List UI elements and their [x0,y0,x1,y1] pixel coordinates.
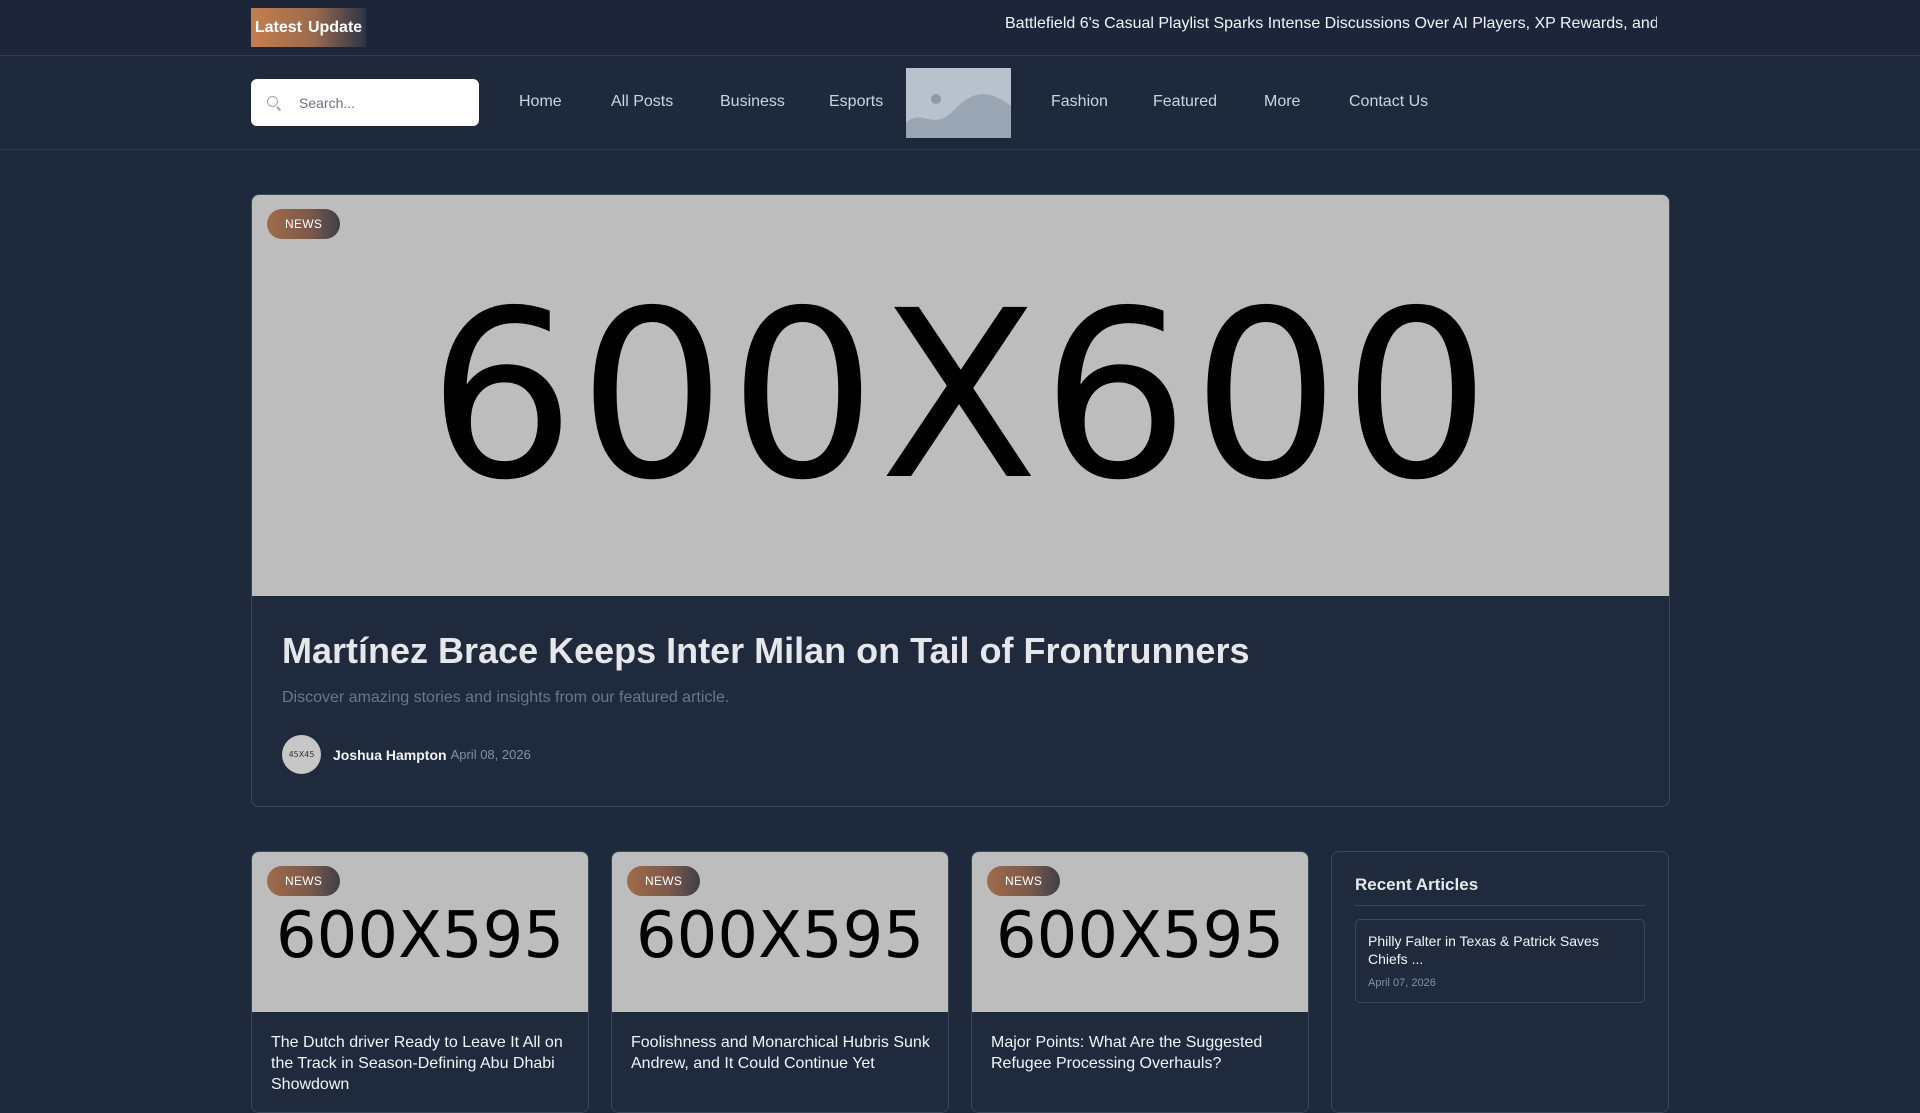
recent-article-date: April 07, 2026 [1368,977,1436,989]
divider [1355,905,1645,906]
article-title[interactable]: Major Points: What Are the Suggested Ref… [991,1032,1291,1074]
featured-article[interactable]: 600X600 NEWS Martínez Brace Keeps Inter … [251,194,1670,807]
article-title[interactable]: Foolishness and Monarchical Hubris Sunk … [631,1032,931,1074]
nav-more[interactable]: More [1264,93,1300,111]
update-word: Update [307,18,363,36]
search-box[interactable] [251,79,479,126]
recent-article-title[interactable]: Philly Falter in Texas & Patrick Saves C… [1368,932,1632,968]
article-card[interactable]: 600X595 NEWS Major Points: What Are the … [971,851,1309,1113]
nav-esports[interactable]: Esports [829,93,883,111]
top-bar: Latest Update Battlefield 6's Casual Pla… [0,0,1920,56]
nav-all-posts[interactable]: All Posts [611,93,673,111]
image-placeholder-text: 600X595 [275,899,565,973]
image-placeholder-text: 600X600 [427,260,1494,531]
category-badge[interactable]: NEWS [267,209,341,239]
featured-title[interactable]: Martínez Brace Keeps Inter Milan on Tail… [282,630,1249,672]
nav-logo-image[interactable] [906,68,1011,138]
publish-date: April 08, 2026 [450,747,531,762]
latest-word: Latest [254,18,302,36]
nav-contact-us[interactable]: Contact Us [1349,93,1428,111]
recent-article-item[interactable]: Philly Falter in Texas & Patrick Saves C… [1355,919,1645,1003]
category-badge[interactable]: NEWS [987,866,1061,896]
latest-update-label: Latest Update [251,8,366,47]
search-icon [267,95,281,110]
category-badge[interactable]: NEWS [267,866,341,896]
image-placeholder-text: 600X595 [635,899,925,973]
article-card[interactable]: 600X595 NEWS The Dutch driver Ready to L… [251,851,589,1113]
image-placeholder-text: 600X595 [995,899,1285,973]
news-ticker[interactable]: Battlefield 6's Casual Playlist Sparks I… [1005,15,1657,33]
ticker-text[interactable]: Battlefield 6's Casual Playlist Sparks I… [1005,15,1657,32]
image-placeholder-icon [906,68,1011,138]
sidebar-heading: Recent Articles [1355,875,1479,894]
nav-home[interactable]: Home [519,93,562,111]
main-navigation: Home All Posts Business Esports Fashion … [0,56,1920,150]
category-badge[interactable]: NEWS [627,866,701,896]
nav-fashion[interactable]: Fashion [1051,93,1108,111]
search-input[interactable] [297,93,461,112]
nav-business[interactable]: Business [720,93,785,111]
recent-articles-sidebar: Recent Articles Philly Falter in Texas &… [1331,851,1669,1113]
nav-featured[interactable]: Featured [1153,93,1217,111]
featured-subtitle: Discover amazing stories and insights fr… [282,689,730,706]
author-meta: 45X45 Joshua Hampton April 08, 2026 [282,735,531,774]
avatar: 45X45 [282,735,321,774]
author-name[interactable]: Joshua Hampton [333,747,447,763]
featured-image[interactable]: 600X600 [252,195,1669,596]
article-title[interactable]: The Dutch driver Ready to Leave It All o… [271,1032,571,1095]
article-card[interactable]: 600X595 NEWS Foolishness and Monarchical… [611,851,949,1113]
